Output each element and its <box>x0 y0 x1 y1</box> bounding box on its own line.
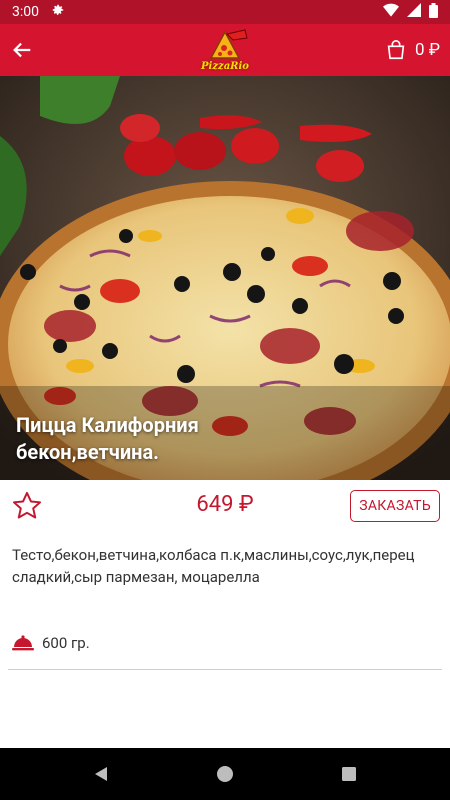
app-logo: PizzaRio <box>193 28 257 72</box>
nav-back-button[interactable] <box>89 762 113 786</box>
system-navigation-bar <box>0 748 450 800</box>
app-bar: PizzaRio 0 ₽ <box>0 24 450 76</box>
circle-home-icon <box>217 766 233 782</box>
action-row: 649 ₽ ЗАКАЗАТЬ <box>0 480 450 532</box>
status-time: 3:00 <box>12 4 39 20</box>
logo-text: PizzaRio <box>201 61 249 72</box>
back-button[interactable] <box>0 24 44 76</box>
pizza-slice-icon <box>209 29 248 59</box>
nav-recents-button[interactable] <box>337 762 361 786</box>
product-title: Пицца Калифорния бекон,ветчина. <box>16 412 199 466</box>
signal-icon <box>407 3 421 21</box>
nav-home-button[interactable] <box>213 762 237 786</box>
cloche-icon <box>12 635 34 651</box>
order-button[interactable]: ЗАКАЗАТЬ <box>350 490 440 522</box>
wifi-icon <box>383 3 399 21</box>
product-title-line2: бекон,ветчина. <box>16 440 159 464</box>
triangle-back-icon <box>95 767 107 781</box>
product-title-line1: Пицца Калифорния <box>16 413 199 437</box>
status-bar: 3:00 <box>0 0 450 24</box>
cart-amount: 0 ₽ <box>414 40 440 60</box>
gear-icon <box>51 3 65 21</box>
battery-icon <box>429 2 438 22</box>
product-image: Пицца Калифорния бекон,ветчина. <box>0 76 450 480</box>
shopping-bag-icon <box>387 40 405 60</box>
product-weight: 600 гр. <box>42 634 90 652</box>
arrow-back-icon <box>13 42 31 58</box>
square-recents-icon <box>342 767 356 781</box>
weight-row: 600 гр. <box>12 634 90 652</box>
cart-button[interactable]: 0 ₽ <box>385 24 440 76</box>
product-ingredients: Тесто,бекон,ветчина,колбаса п.к,маслины,… <box>12 546 415 586</box>
divider <box>8 669 442 670</box>
